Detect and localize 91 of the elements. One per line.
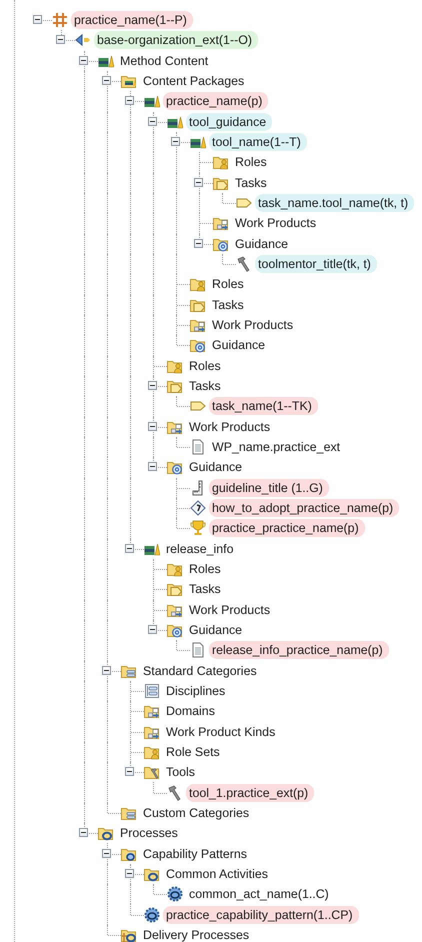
tree-item[interactable]: practice_name(p) [163, 92, 268, 110]
tree-item[interactable]: Work Products [232, 214, 322, 232]
tree-item[interactable]: Method Content [117, 52, 214, 70]
tree-item[interactable]: task_name.tool_name(tk, t) [255, 194, 414, 212]
folder-books-icon [121, 73, 137, 90]
folder-person-icon [190, 276, 206, 292]
expander-toggle[interactable] [33, 15, 42, 24]
tree-item[interactable]: Disciplines [163, 682, 232, 700]
tree-item[interactable]: Roles [209, 275, 250, 294]
folder-hammer-icon [144, 764, 160, 780]
expander-toggle[interactable] [102, 666, 111, 675]
tree-item[interactable]: how_to_adopt_practice_name(p) [209, 499, 400, 518]
tree-item[interactable]: Roles [186, 560, 227, 578]
tree-item[interactable]: Tasks [209, 296, 250, 314]
folder-documents-icon [190, 317, 206, 334]
hammer-icon [236, 256, 252, 272]
tree-item[interactable]: Tasks [232, 174, 273, 192]
expander-toggle[interactable] [102, 76, 111, 86]
diamond-icon [190, 500, 206, 516]
tree-item[interactable]: Guidance [186, 458, 248, 476]
tree-item[interactable]: tool_1.practice_ext(p) [186, 784, 314, 802]
expander-toggle[interactable] [148, 381, 157, 390]
tree-item[interactable]: Roles [232, 153, 273, 172]
folder-gear-icon [190, 337, 206, 354]
gear-icon [144, 906, 160, 923]
tree-item[interactable]: Domains [163, 702, 221, 720]
tree-item[interactable]: Guidance [209, 336, 272, 354]
tree-item[interactable]: Capability Patterns [140, 844, 253, 863]
expander-toggle[interactable] [56, 35, 65, 44]
expander-toggle[interactable] [148, 625, 157, 634]
tree-item[interactable]: Guidance [232, 234, 294, 253]
folder-documents-icon [144, 703, 160, 720]
folder-person-icon [213, 154, 229, 170]
tree-item[interactable]: Work Products [209, 316, 300, 334]
expander-toggle[interactable] [148, 422, 157, 431]
grid-icon [52, 12, 68, 28]
expander-toggle[interactable] [125, 96, 134, 106]
books-icon [190, 134, 206, 150]
folder-person-icon [167, 561, 183, 578]
tree-item[interactable]: guideline_title (1..G) [209, 478, 329, 497]
tree-item[interactable]: release_info [163, 540, 240, 558]
tree-item[interactable]: practice_name(1--P) [71, 11, 193, 30]
trophy-icon [190, 520, 206, 536]
tree-item[interactable]: WP_name.practice_ext [209, 438, 346, 456]
folder-gear-icon [167, 459, 183, 476]
tree-item[interactable]: Tools [163, 763, 201, 782]
hammer-icon [167, 784, 183, 801]
tree-item[interactable]: Role Sets [163, 742, 226, 761]
expander-toggle[interactable] [171, 137, 180, 146]
tree-item[interactable]: Content Packages [140, 72, 250, 90]
tree-item[interactable]: Processes [117, 824, 184, 842]
tree-item[interactable]: Delivery Processes [140, 926, 256, 942]
tree-item[interactable]: toolmentor_title(tk, t) [255, 255, 377, 274]
tree-item[interactable]: base-organization_ext(1--O) [94, 31, 258, 50]
folder-tag-icon [167, 378, 183, 394]
list-icon [144, 682, 160, 699]
tree-item[interactable]: practice_practice_name(p) [209, 519, 365, 538]
expander-toggle[interactable] [102, 848, 111, 858]
folder-gear-icon [167, 622, 183, 638]
tree-item[interactable]: practice_capability_pattern(1..CP) [163, 906, 359, 924]
expander-toggle[interactable] [125, 767, 134, 776]
tree-item[interactable]: Work Product Kinds [163, 722, 282, 741]
tree-item[interactable]: tool_name(1--T) [209, 133, 307, 152]
tree-item[interactable]: Common Activities [163, 864, 274, 883]
expander-toggle[interactable] [79, 828, 88, 838]
expander-toggle[interactable] [148, 462, 157, 472]
tree-item[interactable]: Tasks [186, 580, 227, 598]
tree-item[interactable]: tool_guidance [186, 112, 272, 131]
tree-item[interactable]: release_info_practice_name(p) [209, 641, 389, 660]
expander-toggle[interactable] [125, 868, 134, 878]
tree-item[interactable]: Guidance [186, 621, 248, 639]
folder-documents-icon [213, 215, 229, 232]
books-icon [144, 93, 160, 110]
tree-item[interactable]: Work Products [186, 600, 276, 619]
tree-item[interactable]: common_act_name(1..C) [186, 885, 335, 904]
folder-tag-icon [167, 581, 183, 598]
folder-cycle-icon [98, 825, 114, 842]
document-icon [190, 439, 206, 456]
tree-item[interactable]: Standard Categories [140, 662, 263, 680]
tree-item[interactable]: Work Products [186, 418, 276, 436]
tree-item[interactable]: Custom Categories [140, 804, 256, 822]
tree-item[interactable]: Roles [186, 356, 227, 375]
tree-item[interactable]: task_name(1--TK) [209, 397, 318, 416]
gear-icon [167, 886, 183, 902]
tree-item[interactable]: Tasks [186, 377, 227, 396]
expander-toggle[interactable] [79, 56, 88, 65]
expander-toggle[interactable] [125, 544, 134, 553]
expander-toggle[interactable] [148, 116, 157, 126]
document-icon [190, 642, 206, 658]
expander-toggle[interactable] [194, 178, 203, 187]
expander-toggle[interactable] [194, 238, 203, 248]
